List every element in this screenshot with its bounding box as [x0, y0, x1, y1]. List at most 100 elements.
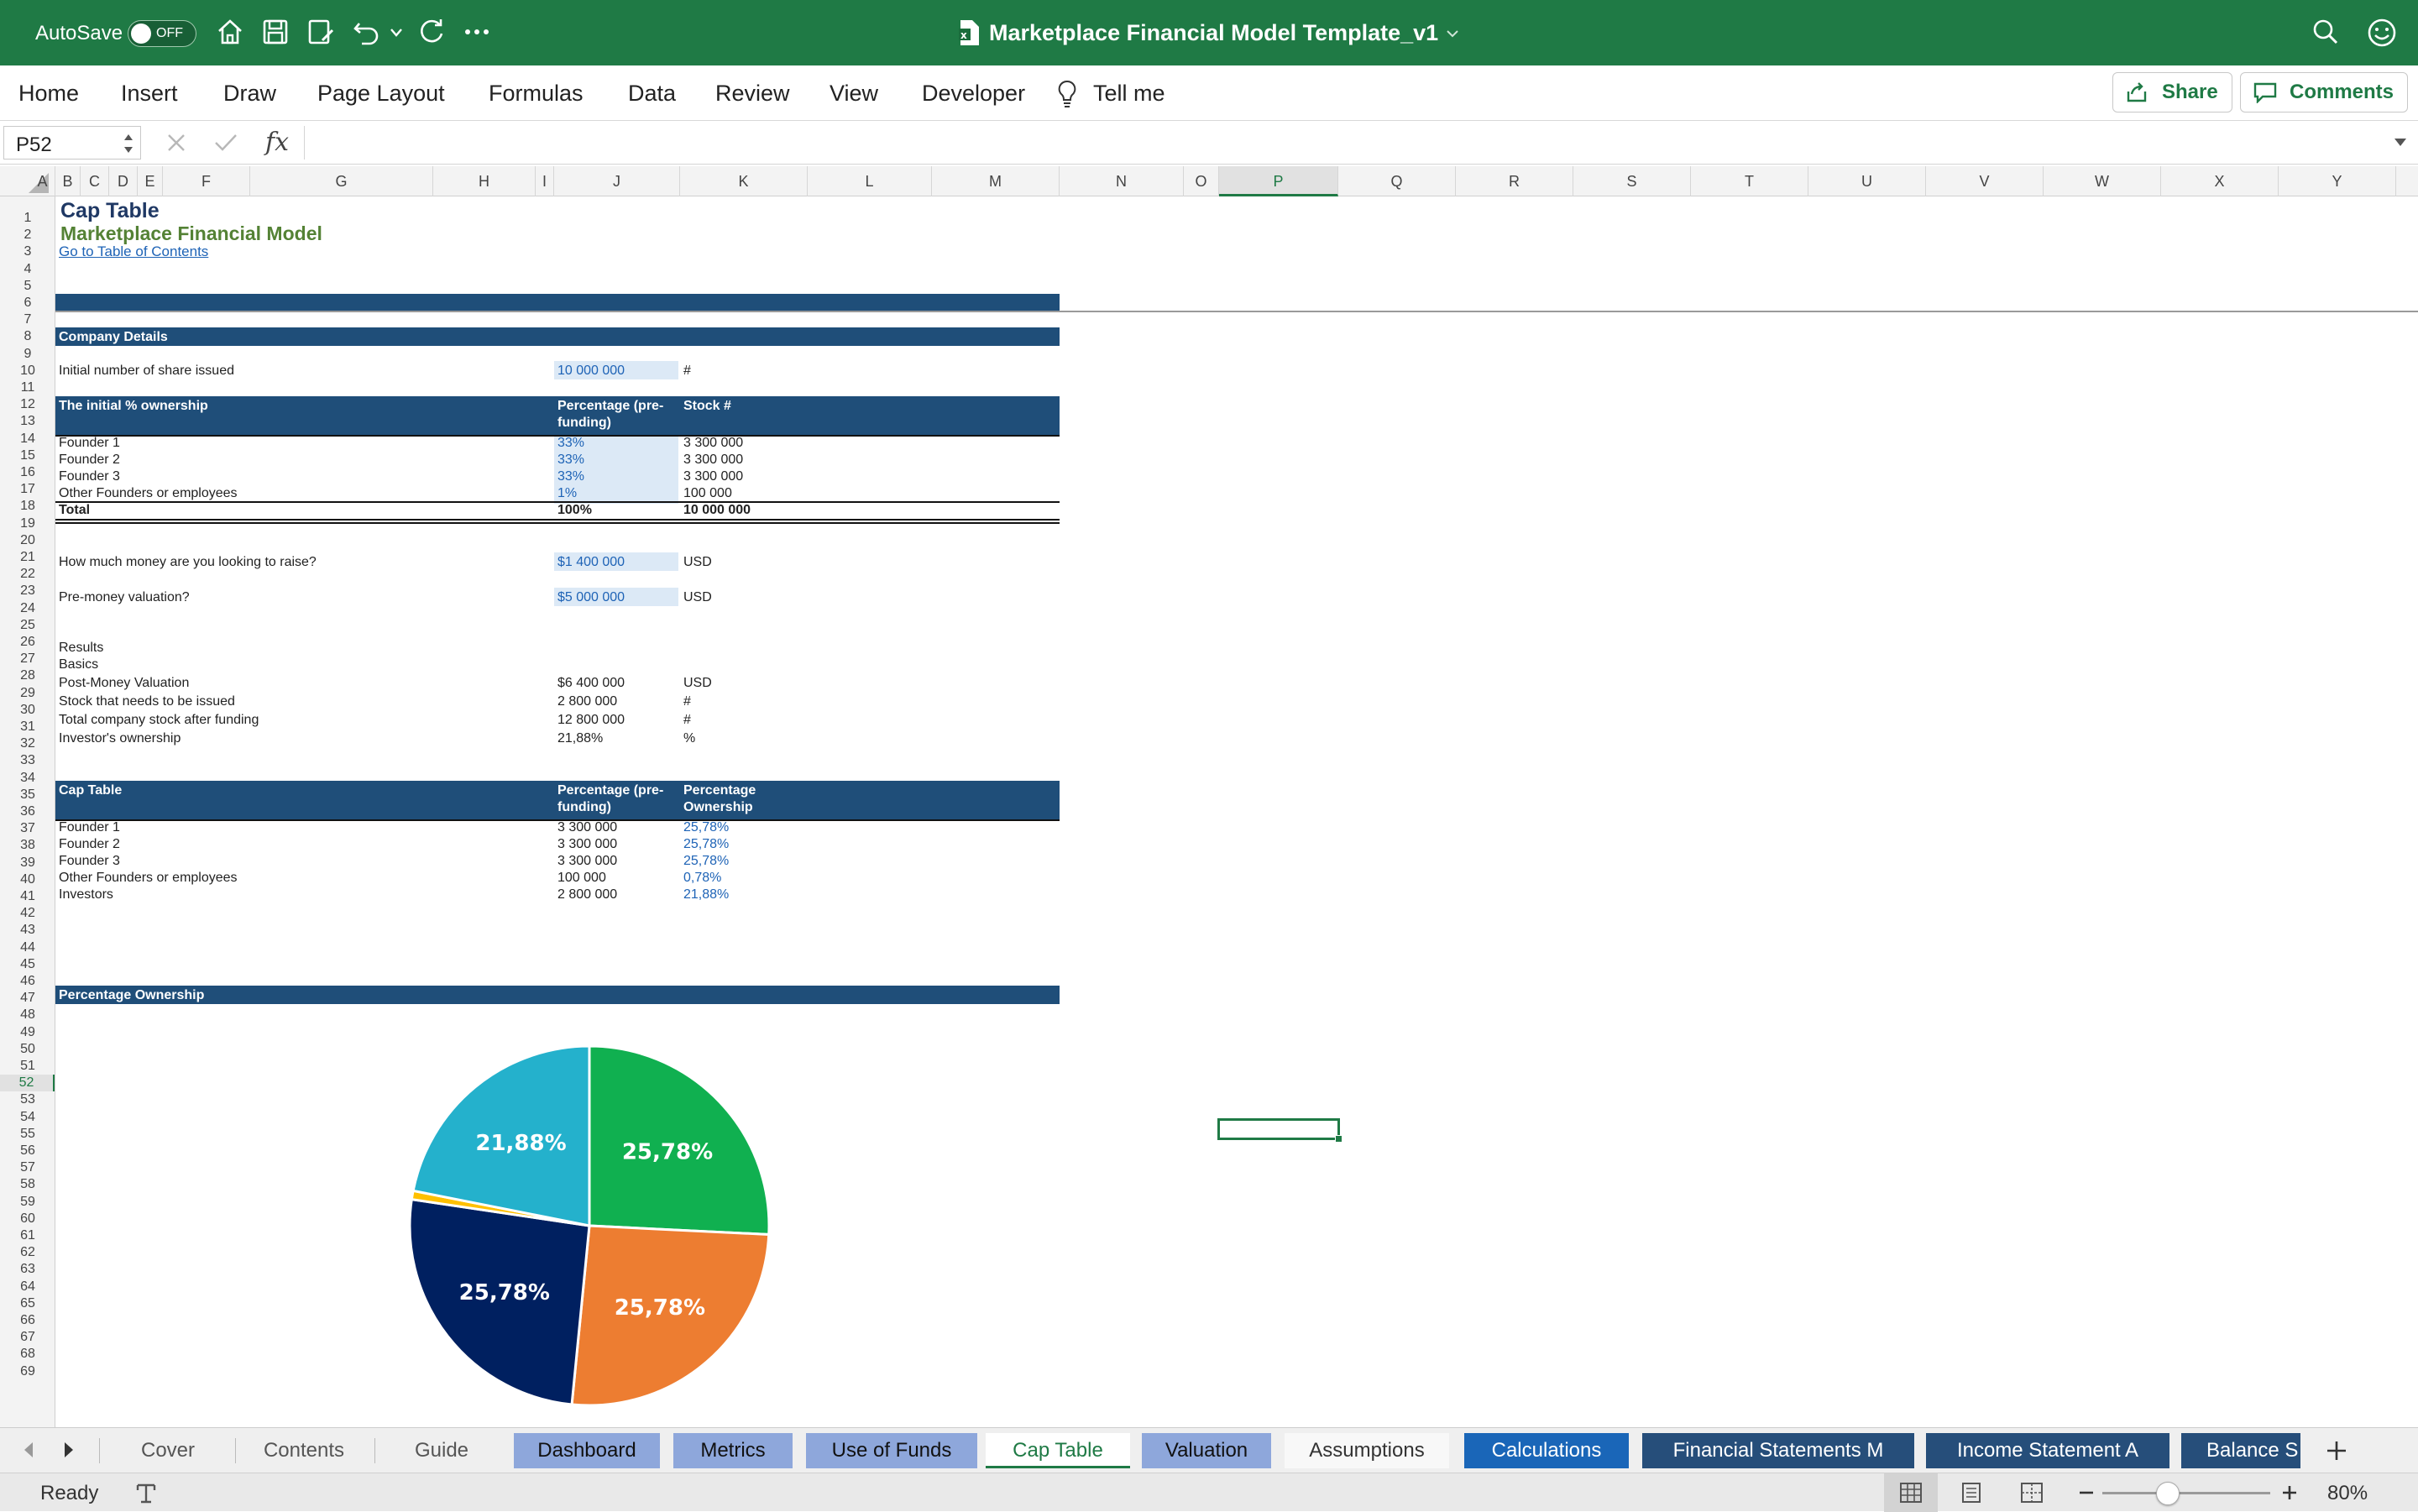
zoom-level[interactable]: 80% — [2327, 1482, 2368, 1505]
col-header-k[interactable]: K — [680, 166, 808, 196]
smiley-feedback-icon[interactable] — [2366, 17, 2398, 49]
home-icon[interactable] — [215, 17, 245, 47]
menu-tell-me[interactable]: Tell me — [1093, 65, 1165, 121]
row-header[interactable]: 34 — [0, 770, 55, 787]
row-header[interactable]: 5 — [0, 278, 55, 295]
autosave-toggle[interactable]: OFF — [128, 20, 196, 47]
row-header[interactable]: 15 — [0, 447, 55, 464]
row-header[interactable]: 25 — [0, 617, 55, 634]
col-header-t[interactable]: T — [1691, 166, 1808, 196]
zoom-out-icon[interactable] — [2077, 1485, 2096, 1500]
insert-function-button[interactable]: fx — [265, 128, 289, 157]
row-header[interactable]: 69 — [0, 1363, 55, 1380]
search-icon[interactable] — [2311, 17, 2341, 47]
row-header[interactable]: 44 — [0, 939, 55, 956]
save-as-icon[interactable] — [306, 17, 336, 47]
share-button[interactable]: Share — [2112, 72, 2232, 112]
row-header[interactable]: 49 — [0, 1024, 55, 1041]
toc-link[interactable]: Go to Table of Contents — [59, 243, 208, 260]
col-header-y[interactable]: Y — [2279, 166, 2396, 196]
row-header[interactable]: 56 — [0, 1143, 55, 1159]
more-icon[interactable] — [463, 24, 490, 40]
raise-value[interactable]: $1 400 000 — [557, 554, 625, 571]
row-header[interactable]: 3 — [0, 243, 55, 260]
menu-insert[interactable]: Insert — [121, 65, 178, 121]
selected-cell-p52[interactable] — [1217, 1118, 1340, 1140]
row-header[interactable]: 64 — [0, 1279, 55, 1295]
row-header[interactable]: 63 — [0, 1261, 55, 1278]
tab-calculations[interactable]: Calculations — [1464, 1433, 1629, 1468]
row-header[interactable]: 7 — [0, 311, 55, 328]
row-header[interactable]: 65 — [0, 1295, 55, 1312]
row-header[interactable]: 1 — [0, 210, 55, 227]
document-title[interactable]: Marketplace Financial Model Template_v1 — [989, 20, 1438, 46]
row-header[interactable]: 48 — [0, 1007, 55, 1023]
col-header-v[interactable]: V — [1926, 166, 2044, 196]
row-header[interactable]: 16 — [0, 464, 55, 481]
col-header-f[interactable]: F — [163, 166, 250, 196]
menu-page-layout[interactable]: Page Layout — [317, 65, 445, 121]
tab-valuation[interactable]: Valuation — [1142, 1433, 1271, 1468]
redo-icon[interactable] — [416, 17, 447, 47]
col-header-l[interactable]: L — [808, 166, 932, 196]
menu-view[interactable]: View — [830, 65, 878, 121]
row-header[interactable]: 52 — [0, 1075, 55, 1092]
col-header-s[interactable]: S — [1573, 166, 1691, 196]
ownership-pct-4[interactable]: 1% — [557, 485, 577, 502]
menu-review[interactable]: Review — [715, 65, 790, 121]
expand-formula-icon[interactable] — [2393, 136, 2408, 148]
name-box[interactable]: P52 — [3, 126, 141, 160]
tab-financial-statements-m[interactable]: Financial Statements M — [1642, 1433, 1914, 1468]
row-header[interactable]: 26 — [0, 634, 55, 651]
col-header-c[interactable]: C — [81, 166, 109, 196]
row-header[interactable]: 58 — [0, 1176, 55, 1193]
row-header[interactable]: 20 — [0, 532, 55, 549]
row-header[interactable]: 57 — [0, 1159, 55, 1176]
formula-input[interactable] — [314, 126, 2379, 160]
row-header[interactable]: 39 — [0, 855, 55, 871]
menu-data[interactable]: Data — [628, 65, 676, 121]
row-header[interactable]: 8 — [0, 328, 55, 345]
row-header[interactable]: 4 — [0, 261, 55, 278]
col-header-e[interactable]: E — [138, 166, 163, 196]
row-header[interactable]: 19 — [0, 515, 55, 532]
tab-metrics[interactable]: Metrics — [673, 1433, 793, 1468]
worksheet-grid[interactable]: Cap Table Marketplace Financial Model Go… — [55, 196, 2418, 1427]
row-header[interactable]: 30 — [0, 702, 55, 719]
normal-view-icon[interactable] — [1899, 1482, 1923, 1504]
tab-income-statement-a[interactable]: Income Statement A — [1926, 1433, 2169, 1468]
row-header[interactable]: 12 — [0, 396, 55, 413]
row-header[interactable]: 62 — [0, 1244, 55, 1261]
tab-guide[interactable]: Guide — [379, 1433, 504, 1468]
row-header[interactable]: 67 — [0, 1329, 55, 1346]
row-header[interactable]: 46 — [0, 973, 55, 990]
row-header[interactable]: 47 — [0, 990, 55, 1007]
row-header[interactable]: 42 — [0, 905, 55, 922]
ownership-pie-chart[interactable]: 25,78% 25,78% 25,78% 21,88% — [349, 1044, 803, 1422]
row-header[interactable]: 31 — [0, 719, 55, 735]
row-header[interactable]: 6 — [0, 295, 55, 311]
row-header[interactable]: 17 — [0, 481, 55, 498]
row-header[interactable]: 40 — [0, 871, 55, 888]
ownership-pct-2[interactable]: 33% — [557, 452, 584, 468]
col-header-r[interactable]: R — [1456, 166, 1573, 196]
row-header[interactable]: 11 — [0, 379, 55, 396]
page-break-view-icon[interactable] — [2020, 1482, 2044, 1504]
prev-sheet-icon[interactable] — [20, 1440, 37, 1460]
row-header[interactable]: 13 — [0, 413, 55, 430]
col-header-i[interactable]: I — [536, 166, 554, 196]
row-header[interactable]: 18 — [0, 498, 55, 515]
tab-balance-sheet[interactable]: Balance S — [2181, 1433, 2300, 1468]
row-header[interactable]: 21 — [0, 549, 55, 566]
ownership-pct-3[interactable]: 33% — [557, 468, 584, 485]
row-header[interactable]: 66 — [0, 1312, 55, 1329]
col-header-d[interactable]: D — [109, 166, 138, 196]
tab-assumptions[interactable]: Assumptions — [1285, 1433, 1449, 1468]
col-header-g[interactable]: G — [250, 166, 433, 196]
row-header[interactable]: 59 — [0, 1194, 55, 1211]
next-sheet-icon[interactable] — [60, 1440, 77, 1460]
undo-icon[interactable] — [351, 17, 381, 47]
col-header-x[interactable]: X — [2161, 166, 2279, 196]
row-header[interactable]: 2 — [0, 227, 55, 243]
row-header[interactable]: 27 — [0, 651, 55, 667]
